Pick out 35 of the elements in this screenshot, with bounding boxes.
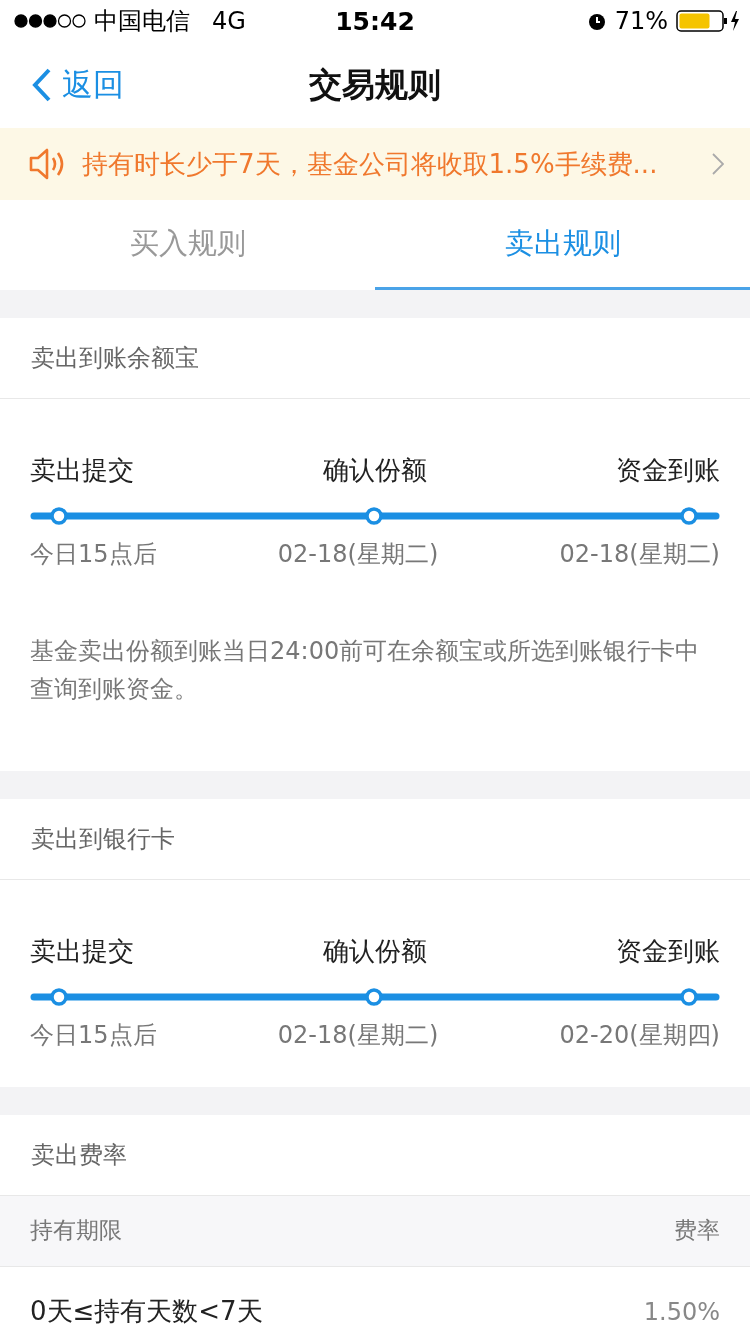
step-label: 卖出提交 (30, 934, 134, 968)
step-label: 确认份额 (323, 454, 427, 487)
step-date: 02-18(星期二) (559, 539, 720, 570)
step-date: 今日15点后 (30, 539, 157, 570)
section-title: 卖出费率 (0, 1114, 750, 1196)
page-title: 交易规则 (309, 63, 441, 106)
step-label: 卖出提交 (30, 454, 134, 487)
back-button[interactable]: 返回 (0, 64, 124, 106)
step-date: 02-18(星期二) (277, 1019, 439, 1051)
column-header: 持有期限 (30, 1216, 122, 1246)
chevron-right-icon (712, 153, 724, 175)
step-date: 02-18(星期二) (277, 539, 439, 570)
step-label: 确认份额 (323, 934, 427, 968)
notice-banner[interactable]: 持有时长少于7天，基金公司将收取1.5%手续费... (0, 128, 750, 200)
tab[interactable]: 卖出规则 (375, 200, 750, 290)
table-cell-text: 0天≤持有天数<7天 (30, 1295, 263, 1329)
tab[interactable]: 买入规则 (0, 200, 375, 290)
clock-time: 15:42 (335, 6, 415, 36)
chevron-left-icon (32, 68, 52, 102)
column-header: 费率 (674, 1216, 720, 1246)
step-label: 资金到账 (616, 454, 720, 487)
section-title: 卖出到账余额宝 (0, 318, 750, 399)
alarm-icon (586, 11, 607, 31)
note-text: 基金卖出份额到账当日24:00前可在余额宝或所选到账银行卡中查询到账资金。 (29, 636, 701, 706)
battery-percent: 71% (614, 7, 668, 35)
signal-icon (14, 14, 86, 28)
table-cell: 1.50% (643, 1297, 720, 1326)
step-label: 资金到账 (616, 934, 720, 968)
battery-icon (676, 10, 742, 32)
section-title: 卖出到银行卡 (0, 798, 750, 880)
network-type: 4G (212, 7, 246, 35)
step-date: 02-20(星期四) (559, 1019, 720, 1051)
step-date: 今日15点后 (30, 1019, 157, 1051)
notice-text: 持有时长少于7天，基金公司将收取1.5%手续费... (82, 147, 659, 181)
carrier-name: 中国电信 (94, 6, 190, 37)
